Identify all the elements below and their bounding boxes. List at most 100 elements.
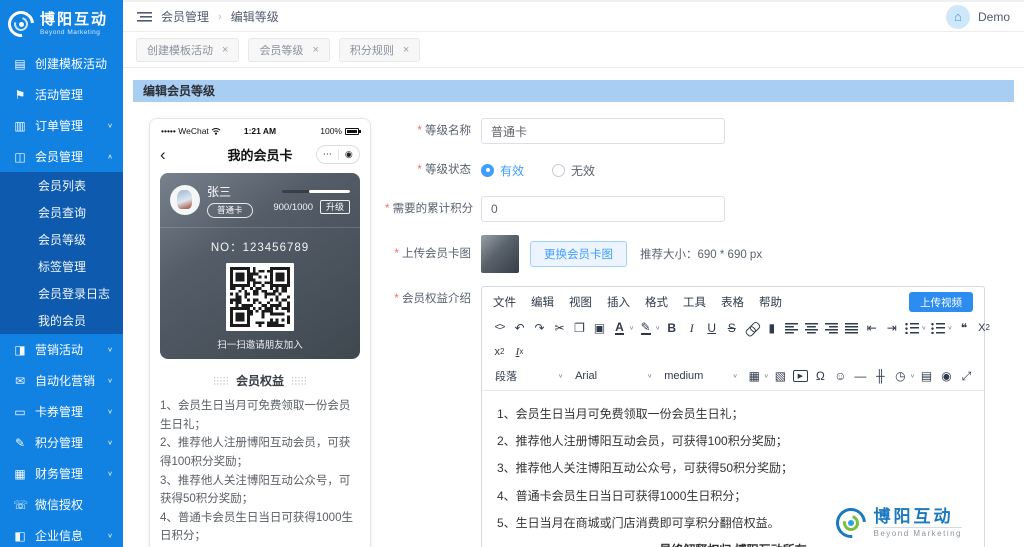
font-family-select[interactable]: Arial ∨ bbox=[570, 366, 658, 386]
source-code-icon[interactable]: <> bbox=[490, 318, 509, 338]
sidebar-item-create-template[interactable]: ▤ 创建模板活动 bbox=[0, 48, 123, 79]
tab-create-template[interactable]: 创建模板活动 × bbox=[136, 38, 239, 62]
subscript-icon[interactable]: X2 bbox=[975, 318, 994, 338]
chevron-down-icon[interactable]: ∨ bbox=[910, 373, 915, 379]
chevron-down-icon: ∨ bbox=[647, 373, 652, 379]
radio-valid[interactable]: 有效 bbox=[481, 162, 524, 179]
change-card-image-button[interactable]: 更换会员卡图 bbox=[530, 241, 627, 267]
outdent-icon[interactable]: ⇤ bbox=[862, 318, 881, 338]
minimize-icon[interactable]: ◉ bbox=[339, 150, 360, 159]
align-right-icon[interactable] bbox=[825, 323, 838, 334]
sidebar-item-orders[interactable]: ▥ 订单管理 ∨ bbox=[0, 110, 123, 141]
sidebar-item-members[interactable]: ◫ 会员管理 ∧ bbox=[0, 141, 123, 172]
sidebar-item-wechat-auth[interactable]: ☏ 微信授权 bbox=[0, 489, 123, 520]
user-avatar[interactable]: ⌂ bbox=[946, 5, 970, 29]
sidebar-subitem-login-log[interactable]: 会员登录日志 bbox=[0, 280, 123, 307]
table-icon[interactable]: ▦ bbox=[745, 366, 764, 386]
username[interactable]: Demo bbox=[978, 10, 1010, 24]
sidebar-item-company-info[interactable]: ◧ 企业信息 ∨ bbox=[0, 520, 123, 547]
close-icon[interactable]: × bbox=[403, 44, 409, 56]
chevron-down-icon[interactable]: ∨ bbox=[764, 373, 769, 379]
main-panel: 会员管理 › 编辑等级 ⌂ Demo 创建模板活动 × 会员等级 × 积分规则 … bbox=[123, 0, 1024, 547]
member-submenu: 会员列表 会员查询 会员等级 标签管理 会员登录日志 我的会员 bbox=[0, 172, 123, 334]
close-icon[interactable]: × bbox=[312, 44, 318, 56]
print-icon[interactable]: ▤ bbox=[917, 366, 936, 386]
insert-datetime-icon[interactable]: ◷ bbox=[891, 366, 910, 386]
points-input[interactable] bbox=[481, 196, 725, 222]
menu-help[interactable]: 帮助 bbox=[759, 294, 782, 310]
link-icon[interactable] bbox=[743, 319, 761, 337]
breadcrumb-members[interactable]: 会员管理 bbox=[161, 8, 209, 25]
undo-icon[interactable]: ↶ bbox=[510, 318, 529, 338]
menu-file[interactable]: 文件 bbox=[493, 294, 516, 310]
wechat-capsule[interactable]: ⋯ ◉ bbox=[316, 145, 360, 164]
preview-icon[interactable]: ◉ bbox=[937, 366, 956, 386]
card-image-thumbnail[interactable] bbox=[481, 235, 519, 273]
upload-video-button[interactable]: 上传视频 bbox=[909, 292, 973, 312]
paste-icon[interactable]: ▣ bbox=[590, 318, 609, 338]
superscript-icon[interactable]: x2 bbox=[490, 342, 509, 362]
page-break-icon[interactable]: ╫ bbox=[871, 366, 890, 386]
editor-footer-text: 最终解释权归 博阳互动所有 bbox=[497, 542, 969, 547]
more-icon[interactable]: ⋯ bbox=[317, 150, 338, 159]
menu-table[interactable]: 表格 bbox=[721, 294, 744, 310]
redo-icon[interactable]: ↷ bbox=[530, 318, 549, 338]
bullet-list-icon[interactable] bbox=[905, 323, 919, 334]
sidebar-subitem-tag-manage[interactable]: 标签管理 bbox=[0, 253, 123, 280]
copy-icon[interactable]: ❐ bbox=[570, 318, 589, 338]
sidebar-item-activity[interactable]: ⚑ 活动管理 bbox=[0, 79, 123, 110]
level-name-input[interactable] bbox=[481, 118, 725, 144]
emoticon-icon[interactable]: ☺ bbox=[831, 366, 850, 386]
chevron-down-icon[interactable]: ∨ bbox=[655, 325, 660, 331]
sidebar-item-coupons[interactable]: ▭ 卡券管理 ∨ bbox=[0, 396, 123, 427]
chevron-down-icon[interactable]: ∨ bbox=[947, 325, 952, 331]
font-color-icon[interactable]: A bbox=[615, 321, 624, 335]
editor-content[interactable]: 1、会员生日当月可免费领取一份会员生日礼； 2、推荐他人注册博阳互动会员，可获得… bbox=[482, 391, 984, 547]
font-size-select[interactable]: medium ∨ bbox=[659, 366, 744, 386]
paragraph-select[interactable]: 段落 ∨ bbox=[490, 366, 569, 386]
strikethrough-icon[interactable]: S bbox=[728, 322, 736, 334]
horizontal-rule-icon[interactable]: — bbox=[851, 366, 870, 386]
chevron-down-icon[interactable]: ∨ bbox=[629, 325, 634, 331]
bold-icon[interactable]: B bbox=[667, 322, 676, 334]
sidebar-item-label: 订单管理 bbox=[35, 117, 83, 134]
menu-view[interactable]: 视图 bbox=[569, 294, 592, 310]
align-center-icon[interactable] bbox=[805, 323, 818, 334]
open-tabs-bar: 创建模板活动 × 会员等级 × 积分规则 × bbox=[123, 32, 1024, 68]
upgrade-button[interactable]: 升级 bbox=[320, 200, 350, 214]
clear-format-icon[interactable]: Ix bbox=[510, 342, 529, 362]
numbered-list-icon[interactable] bbox=[931, 323, 945, 334]
chevron-down-icon: ∨ bbox=[733, 373, 738, 379]
menu-tools[interactable]: 工具 bbox=[683, 294, 706, 310]
collapse-menu-icon[interactable] bbox=[137, 12, 152, 22]
sidebar-item-auto-marketing[interactable]: ✉ 自动化营销 ∨ bbox=[0, 365, 123, 396]
align-justify-icon[interactable] bbox=[845, 323, 858, 334]
sidebar-item-points[interactable]: ✎ 积分管理 ∨ bbox=[0, 427, 123, 458]
underline-icon[interactable]: U bbox=[707, 322, 716, 334]
fullscreen-icon[interactable]: ⤢ bbox=[957, 366, 976, 386]
cut-icon[interactable]: ✂ bbox=[550, 318, 569, 338]
italic-icon[interactable]: I bbox=[690, 322, 694, 334]
align-left-icon[interactable] bbox=[785, 323, 798, 334]
sidebar-item-finance[interactable]: ▦ 财务管理 ∨ bbox=[0, 458, 123, 489]
blockquote-icon[interactable]: ❝ bbox=[955, 318, 974, 338]
indent-icon[interactable]: ⇥ bbox=[882, 318, 901, 338]
highlight-color-icon[interactable]: ✎ bbox=[641, 321, 651, 335]
sidebar-subitem-my-members[interactable]: 我的会员 bbox=[0, 307, 123, 334]
sidebar-subitem-member-list[interactable]: 会员列表 bbox=[0, 172, 123, 199]
sidebar-item-marketing[interactable]: ◨ 营销活动 ∨ bbox=[0, 334, 123, 365]
special-char-icon[interactable]: Ω bbox=[811, 366, 830, 386]
menu-format[interactable]: 格式 bbox=[645, 294, 668, 310]
close-icon[interactable]: × bbox=[222, 44, 228, 56]
insert-video-icon[interactable]: ▶ bbox=[793, 370, 808, 382]
tab-points-rule[interactable]: 积分规则 × bbox=[339, 38, 420, 62]
tab-member-level[interactable]: 会员等级 × bbox=[248, 38, 329, 62]
insert-image-icon[interactable]: ▧ bbox=[771, 366, 790, 386]
radio-invalid[interactable]: 无效 bbox=[552, 162, 595, 179]
sidebar-subitem-member-query[interactable]: 会员查询 bbox=[0, 199, 123, 226]
sidebar-subitem-member-level[interactable]: 会员等级 bbox=[0, 226, 123, 253]
bookmark-icon[interactable]: ▮ bbox=[762, 318, 781, 338]
menu-edit[interactable]: 编辑 bbox=[531, 294, 554, 310]
menu-insert[interactable]: 插入 bbox=[607, 294, 630, 310]
chevron-down-icon[interactable]: ∨ bbox=[921, 325, 926, 331]
